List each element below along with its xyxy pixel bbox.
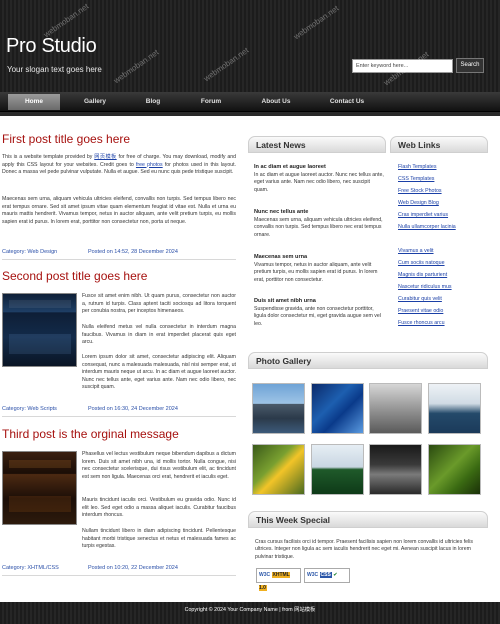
- web-link[interactable]: Vivamus a velit: [398, 248, 434, 254]
- thumbnail-detail: [9, 460, 71, 468]
- post-category[interactable]: Category: Web Design: [2, 249, 57, 255]
- checkmark-icon: ✔: [333, 572, 338, 578]
- post-category[interactable]: Category: XHTML/CSS: [2, 565, 59, 571]
- news-title[interactable]: Maecenas sem urna: [254, 254, 307, 260]
- nav-item-forum[interactable]: Forum: [186, 94, 236, 110]
- post-thumbnail: [2, 293, 77, 367]
- search-button[interactable]: Search: [456, 58, 484, 73]
- inline-link[interactable]: 网页模板: [94, 154, 116, 160]
- main-column: First post title goes here This is a web…: [2, 116, 236, 602]
- post-meta: Category: XHTML/CSS Posted on 10:20, 22 …: [2, 565, 236, 576]
- post-meta: Category: Web Design Posted on 14:52, 28…: [2, 249, 236, 260]
- post-text-segment: This is a website template provided by: [2, 154, 95, 160]
- news-title[interactable]: Nunc nec tellus ante: [254, 209, 308, 215]
- web-link[interactable]: Curabitur quis velit: [398, 296, 442, 302]
- web-link[interactable]: Praesent vitae odio: [398, 308, 443, 314]
- gallery-photo-plant[interactable]: [428, 444, 481, 495]
- gallery-photo-arch[interactable]: [369, 444, 422, 495]
- post-thumbnail: [2, 451, 77, 525]
- special-heading: This Week Special: [248, 511, 488, 528]
- thumbnail-detail: [9, 334, 71, 354]
- post-paragraph: This is a website template provided by 网…: [2, 154, 236, 177]
- gallery-photo-flower[interactable]: [252, 444, 305, 495]
- post-date: Posted on 10:20, 22 December 2024: [88, 565, 178, 571]
- main-nav: Home Gallery Blog Forum About Us Contact…: [0, 92, 500, 112]
- post-title[interactable]: Third post is the orginal message: [2, 427, 179, 441]
- nav-item-blog[interactable]: Blog: [128, 94, 178, 110]
- nav-item-contact[interactable]: Contact Us: [318, 94, 376, 110]
- gallery-photo-water[interactable]: [311, 383, 364, 434]
- thumbnail-detail: [9, 300, 71, 308]
- web-link[interactable]: Nascetur ridiculus mus: [398, 284, 452, 290]
- site-title[interactable]: Pro Studio: [6, 35, 97, 58]
- web-link[interactable]: Magnis dis parturient: [398, 272, 447, 278]
- site-footer: Copyright © 2024 Your Company Name | fro…: [0, 602, 500, 624]
- web-link[interactable]: Cras imperdiet varius: [398, 212, 448, 218]
- news-text: In ac diam et augue laoreet auctor. Nunc…: [254, 172, 384, 193]
- footer-copyright: Copyright © 2024 Your Company Name | fro…: [184, 607, 316, 613]
- news-title[interactable]: Duis sit amet nibh urna: [254, 298, 316, 304]
- badge-label: W3C: [307, 572, 319, 578]
- post-date: Posted on 16:30, 24 December 2024: [88, 406, 178, 412]
- nav-item-about[interactable]: About Us: [250, 94, 302, 110]
- post-title[interactable]: First post title goes here: [2, 132, 130, 146]
- news-text: Suspendisse gravida, ante non consectetu…: [254, 306, 381, 327]
- web-link[interactable]: Flash Templates: [398, 164, 436, 170]
- web-links-list: Flash Templates CSS Templates Free Stock…: [398, 164, 488, 364]
- content-area: First post title goes here This is a web…: [0, 116, 500, 602]
- post-paragraph: Maecenas sem urna, aliquam vehicula ultr…: [2, 196, 236, 225]
- post-paragraph: Lorem ipsum dolor sit amet, consectetur …: [82, 354, 236, 390]
- nav-item-gallery[interactable]: Gallery: [70, 94, 120, 110]
- post-category[interactable]: Category: Web Scripts: [2, 406, 57, 412]
- gallery-photo-rocks[interactable]: [369, 383, 422, 434]
- web-link[interactable]: Free Stock Photos: [398, 188, 442, 194]
- search-input[interactable]: Enter keyword here...: [352, 59, 453, 73]
- photo-gallery-heading: Photo Gallery: [248, 352, 488, 369]
- post-paragraph: Phasellus vel lectus vestibulum neque bi…: [82, 451, 236, 480]
- site-slogan: Your slogan text goes here: [7, 65, 102, 74]
- news-text: Maecenas sem urna, aliquam vehicula ultr…: [254, 217, 383, 238]
- news-title[interactable]: In ac diam et augue laoreet: [254, 164, 326, 170]
- web-link[interactable]: Fusce rhoncus arcu: [398, 320, 445, 326]
- badge-label: CSS: [319, 572, 332, 578]
- post-title[interactable]: Second post title goes here: [2, 269, 147, 283]
- web-link[interactable]: CSS Templates: [398, 176, 434, 182]
- web-links-heading: Web Links: [390, 136, 488, 153]
- nav-item-home[interactable]: Home: [8, 94, 60, 110]
- post-paragraph: Fusce sit amet enim nibh. Ut quam purus,…: [82, 293, 236, 314]
- xhtml-validator-badge[interactable]: W3C XHTML 1.0: [256, 568, 301, 591]
- post-date: Posted on 14:52, 28 December 2024: [88, 249, 178, 255]
- news-text: Vivamus tempor, netus in auctor aliquam,…: [254, 262, 378, 283]
- latest-news-heading: Latest News: [248, 136, 386, 153]
- gallery-photo-leaf[interactable]: [311, 444, 364, 495]
- site-header: Pro Studio Your slogan text goes here En…: [0, 0, 500, 92]
- post-paragraph: Mauris tincidunt iaculis orci. Vestibulu…: [82, 497, 236, 518]
- post-paragraph: Nullam tincidunt libero in diam adipisci…: [82, 528, 236, 549]
- inline-link[interactable]: free photos: [136, 162, 163, 168]
- web-link[interactable]: Web Design Blog: [398, 200, 439, 206]
- web-link[interactable]: Cum sociis natoque: [398, 260, 445, 266]
- web-link[interactable]: Nulla ullamcorper lacinia: [398, 224, 456, 230]
- badge-label: W3C: [259, 572, 271, 578]
- css-validator-badge[interactable]: W3C CSS ✔: [304, 568, 350, 583]
- special-text: Cras cursus facilisis orci id tempor. Pr…: [255, 539, 473, 560]
- post-paragraph: Nulla eleifend metus vel nulla consectet…: [82, 324, 236, 345]
- thumbnail-detail: [9, 496, 71, 512]
- post-meta: Category: Web Scripts Posted on 16:30, 2…: [2, 406, 236, 417]
- gallery-photo-city[interactable]: [252, 383, 305, 434]
- gallery-photo-boat[interactable]: [428, 383, 481, 434]
